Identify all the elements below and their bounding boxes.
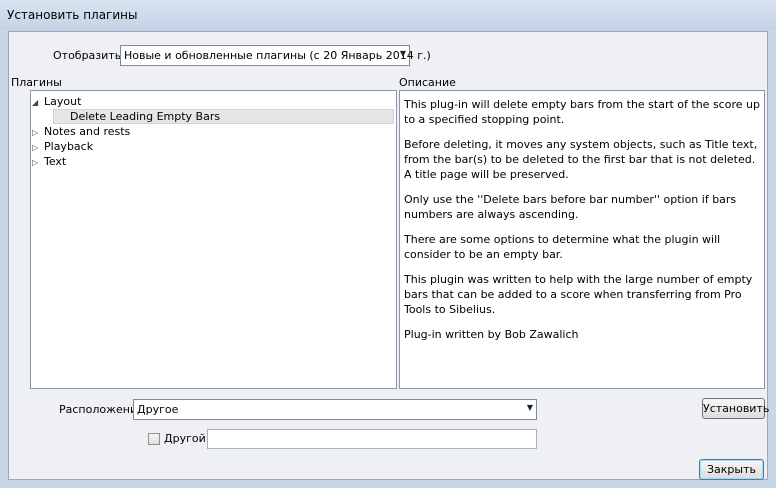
description-header: Описание	[399, 76, 456, 89]
tree-item-notes-and-rests[interactable]: ▷ Notes and rests	[32, 124, 130, 139]
description-paragraph: There are some options to determine what…	[404, 233, 721, 261]
description-paragraph: This plug-in will delete empty bars from…	[404, 98, 760, 126]
other-checkbox-label: Другой:	[164, 432, 210, 445]
description-text: This plug-in will delete empty bars from…	[399, 90, 765, 389]
plugins-header: Плагины	[11, 76, 62, 89]
filter-label: Отобразить:	[53, 49, 125, 62]
dialog-body: Отобразить: Новые и обновленные плагины …	[8, 31, 769, 480]
description-paragraph: Plug-in written by Bob Zawalich	[404, 328, 579, 341]
tree-item-layout[interactable]: ◢ Layout	[32, 94, 81, 109]
tree-item-label: Playback	[44, 140, 94, 153]
triangle-right-icon[interactable]: ▷	[32, 140, 44, 155]
tree-item-label: Layout	[44, 95, 82, 108]
description-paragraph: Only use the ''Delete bars before bar nu…	[404, 193, 737, 221]
chevron-down-icon: ▼	[399, 49, 406, 58]
tree-item-delete-leading-empty-bars[interactable]: Delete Leading Empty Bars	[53, 109, 394, 124]
close-button[interactable]: Закрыть	[699, 459, 764, 480]
triangle-right-icon[interactable]: ▷	[32, 155, 44, 170]
other-location-input[interactable]	[207, 429, 537, 449]
filter-dropdown-value: Новые и обновленные плагины (с 20 Январь…	[124, 49, 431, 62]
other-checkbox[interactable]	[148, 433, 160, 445]
install-button[interactable]: Установить	[702, 398, 769, 419]
tree-item-label: Text	[44, 155, 67, 168]
tree-item-playback[interactable]: ▷ Playback	[32, 139, 93, 154]
chevron-down-icon: ▼	[526, 403, 533, 412]
tree-item-label: Delete Leading Empty Bars	[70, 110, 221, 123]
install-plugins-dialog: Установить плагины Отобразить: Новые и о…	[0, 0, 776, 488]
location-label: Расположение	[59, 403, 144, 416]
tree-item-label: Notes and rests	[44, 125, 131, 138]
plugins-tree[interactable]: ◢ Layout Delete Leading Empty Bars ▷ Notes…	[30, 90, 397, 389]
location-dropdown[interactable]: Другое ▼	[133, 399, 537, 420]
title-bar: Установить плагины	[0, 0, 776, 30]
tree-item-text[interactable]: ▷ Text	[32, 154, 66, 169]
description-paragraph: This plugin was written to help with the…	[404, 273, 753, 316]
window-title: Установить плагины	[7, 8, 138, 22]
triangle-right-icon[interactable]: ▷	[32, 125, 44, 140]
filter-dropdown[interactable]: Новые и обновленные плагины (с 20 Январь…	[120, 45, 431, 66]
triangle-down-icon[interactable]: ◢	[32, 95, 44, 110]
location-dropdown-value: Другое	[137, 403, 179, 416]
description-paragraph: Before deleting, it moves any system obj…	[404, 138, 758, 181]
